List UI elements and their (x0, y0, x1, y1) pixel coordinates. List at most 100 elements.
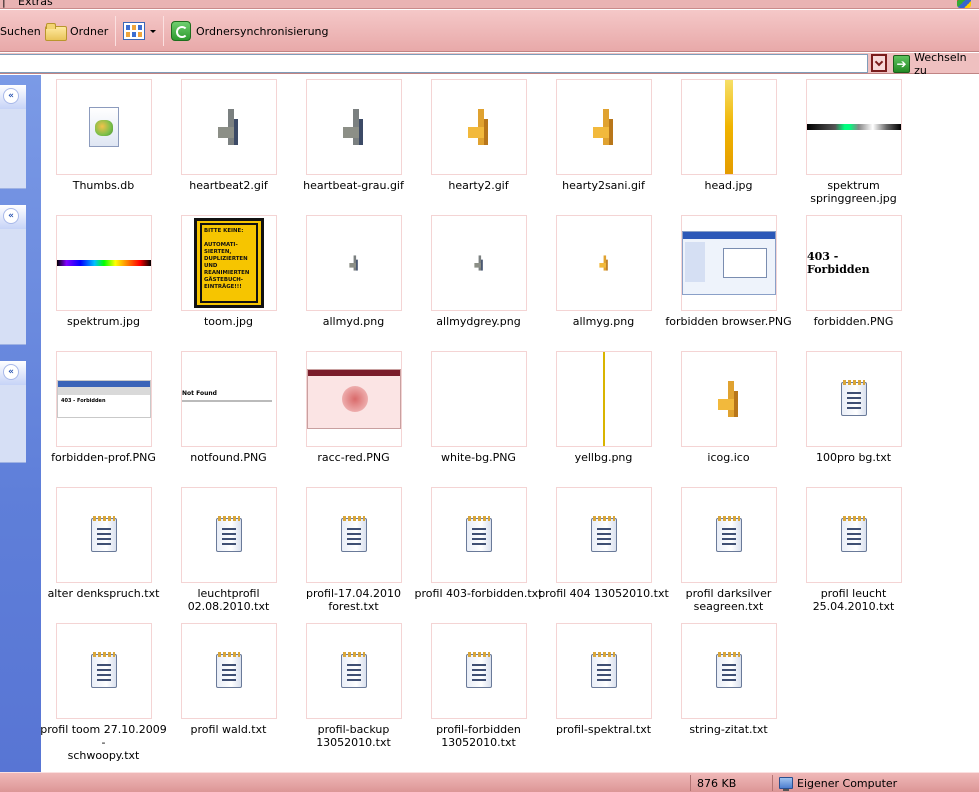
file-item[interactable]: leuchtprofil 02.08.2010.txt (166, 483, 291, 619)
file-name[interactable]: yellbg.png (537, 451, 670, 464)
file-thumbnail[interactable] (806, 487, 902, 583)
file-thumbnail[interactable] (556, 487, 652, 583)
file-thumbnail[interactable] (681, 351, 777, 447)
views-dropdown-arrow-icon[interactable] (150, 29, 156, 33)
file-name[interactable]: profil toom 27.10.2009 - schwoopy.txt (37, 723, 170, 762)
file-name[interactable]: allmydgrey.png (412, 315, 545, 328)
address-dropdown-button[interactable] (871, 54, 887, 72)
file-name[interactable]: alter denkspruch.txt (37, 587, 170, 600)
file-thumbnail[interactable] (681, 623, 777, 719)
file-thumbnail[interactable] (556, 215, 652, 311)
folder-sync-button[interactable]: Ordnersynchronisierung (171, 10, 329, 52)
file-name[interactable]: forbidden-prof.PNG (37, 451, 170, 464)
file-item[interactable]: 100pro bg.txt (791, 347, 916, 483)
folders-button[interactable]: Ordner (45, 10, 108, 52)
collapse-chevron-icon[interactable]: « (3, 88, 19, 104)
file-thumbnail[interactable] (431, 215, 527, 311)
file-name[interactable]: profil-spektral.txt (537, 723, 670, 736)
file-thumbnail[interactable]: 403 - Forbidden (56, 351, 152, 447)
file-item[interactable]: head.jpg (666, 75, 791, 211)
file-item[interactable]: profil-forbidden 13052010.txt (416, 619, 541, 755)
file-name[interactable]: forbidden browser.PNG (662, 315, 795, 328)
file-name[interactable]: head.jpg (662, 179, 795, 192)
file-item[interactable]: profil 404 13052010.txt (538, 483, 669, 619)
file-item[interactable]: profil wald.txt (166, 619, 291, 755)
file-name[interactable]: racc-red.PNG (287, 451, 420, 464)
file-thumbnail[interactable] (56, 487, 152, 583)
file-name[interactable]: heartbeat-grau.gif (287, 179, 420, 192)
file-name[interactable]: profil-forbidden 13052010.txt (412, 723, 545, 749)
file-thumbnail[interactable] (306, 623, 402, 719)
file-item[interactable]: spektrum.jpg (41, 211, 166, 347)
file-name[interactable]: profil leucht 25.04.2010.txt (787, 587, 920, 613)
file-name[interactable]: icog.ico (662, 451, 795, 464)
file-thumbnail[interactable] (56, 79, 152, 175)
file-thumbnail[interactable]: 403 - Forbidden (806, 215, 902, 311)
collapse-chevron-icon[interactable]: « (3, 364, 19, 380)
file-name[interactable]: leuchtprofil 02.08.2010.txt (162, 587, 295, 613)
file-item[interactable]: alter denkspruch.txt (41, 483, 166, 619)
file-thumbnail[interactable] (806, 351, 902, 447)
collapse-chevron-icon[interactable]: « (3, 208, 19, 224)
file-thumbnail[interactable]: Not Found (181, 351, 277, 447)
file-name[interactable]: toom.jpg (162, 315, 295, 328)
file-name[interactable]: forbidden.PNG (787, 315, 920, 328)
file-thumbnail[interactable] (431, 351, 527, 447)
file-item[interactable]: profil toom 27.10.2009 - schwoopy.txt (40, 619, 167, 762)
file-thumbnail[interactable] (681, 79, 777, 175)
file-thumbnail[interactable]: BITTE KEINE: AUTOMATI- SIERTEN, DUPLIZIE… (181, 215, 277, 311)
menu-extras[interactable]: Extras (18, 0, 53, 8)
file-item[interactable]: profil-17.04.2010 forest.txt (291, 483, 416, 619)
file-name[interactable]: notfound.PNG (162, 451, 295, 464)
file-name[interactable]: 100pro bg.txt (787, 451, 920, 464)
file-item[interactable]: white-bg.PNG (416, 347, 541, 483)
views-button[interactable] (123, 10, 156, 52)
go-button[interactable]: ➔ Wechseln zu (893, 51, 979, 77)
file-item[interactable]: profil 403-forbidden.txt (415, 483, 542, 619)
file-item[interactable]: allmyg.png (541, 211, 666, 347)
file-item[interactable]: heartbeat2.gif (166, 75, 291, 211)
file-thumbnail[interactable] (556, 351, 652, 447)
file-name[interactable]: profil darksilver seagreen.txt (662, 587, 795, 613)
file-item[interactable]: racc-red.PNG (291, 347, 416, 483)
file-thumbnail[interactable] (681, 215, 777, 311)
file-name[interactable]: profil 404 13052010.txt (537, 587, 670, 600)
file-name[interactable]: profil 403-forbidden.txt (412, 587, 545, 600)
file-item[interactable]: icog.ico (666, 347, 791, 483)
file-item[interactable]: 403 - Forbidden forbidden.PNG (791, 211, 916, 347)
file-name[interactable]: profil-17.04.2010 forest.txt (287, 587, 420, 613)
file-thumbnail[interactable] (431, 487, 527, 583)
file-thumbnail[interactable] (56, 623, 152, 719)
file-thumbnail[interactable] (181, 623, 277, 719)
file-item[interactable]: Not Found notfound.PNG (166, 347, 291, 483)
file-name[interactable]: hearty2sani.gif (537, 179, 670, 192)
file-thumbnail[interactable] (181, 79, 277, 175)
file-item[interactable]: BITTE KEINE: AUTOMATI- SIERTEN, DUPLIZIE… (166, 211, 291, 347)
file-name[interactable]: hearty2.gif (412, 179, 545, 192)
file-item[interactable]: string-zitat.txt (666, 619, 791, 755)
file-thumbnail[interactable] (306, 79, 402, 175)
file-item[interactable]: forbidden browser.PNG (665, 211, 792, 347)
file-name[interactable]: allmyd.png (287, 315, 420, 328)
file-item[interactable]: profil-backup 13052010.txt (291, 619, 416, 755)
file-name[interactable]: spektrum springgreen.jpg (787, 179, 920, 205)
file-name[interactable]: string-zitat.txt (662, 723, 795, 736)
file-thumbnail[interactable] (431, 79, 527, 175)
file-item[interactable]: hearty2.gif (416, 75, 541, 211)
file-name[interactable]: white-bg.PNG (412, 451, 545, 464)
file-thumbnail[interactable] (806, 79, 902, 175)
file-item[interactable]: profil darksilver seagreen.txt (666, 483, 791, 619)
file-item[interactable]: 403 - Forbidden forbidden-prof.PNG (41, 347, 166, 483)
file-name[interactable]: allmyg.png (537, 315, 670, 328)
file-name[interactable]: spektrum.jpg (37, 315, 170, 328)
file-thumbnail[interactable] (556, 79, 652, 175)
file-item[interactable]: allmydgrey.png (416, 211, 541, 347)
file-name[interactable]: heartbeat2.gif (162, 179, 295, 192)
file-thumbnail[interactable] (681, 487, 777, 583)
file-item[interactable]: heartbeat-grau.gif (291, 75, 416, 211)
file-thumbnail[interactable] (306, 351, 402, 447)
file-thumbnail[interactable] (56, 215, 152, 311)
file-thumbnail[interactable] (556, 623, 652, 719)
file-name[interactable]: Thumbs.db (37, 179, 170, 192)
file-thumbnail[interactable] (431, 623, 527, 719)
